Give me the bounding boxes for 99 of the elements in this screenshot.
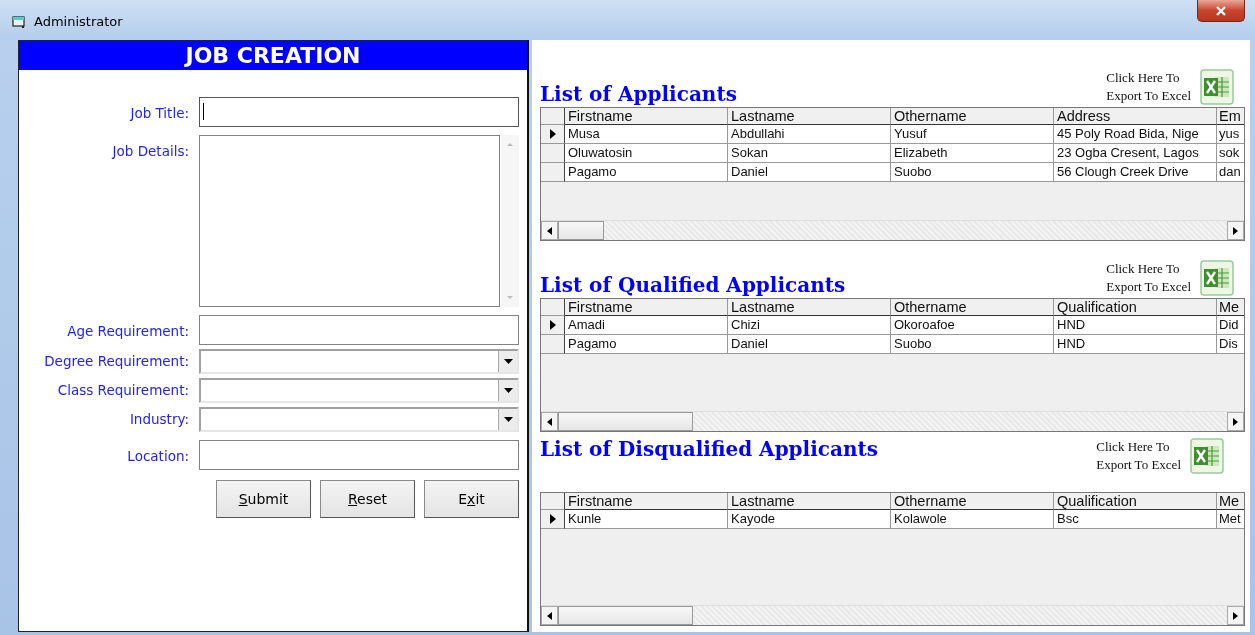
row-header[interactable] <box>541 316 565 335</box>
scroll-left-icon[interactable] <box>547 611 552 620</box>
column-header[interactable]: Qualification <box>1054 493 1217 510</box>
caret-icon <box>503 388 513 393</box>
table-cell: Suobo <box>891 163 1054 182</box>
table-cell: 23 Ogba Cresent, Lagos <box>1054 144 1217 163</box>
field-label: Location: <box>126 447 189 464</box>
table-cell: Okoroafoe <box>891 316 1054 335</box>
row-header[interactable] <box>541 144 565 163</box>
list-title: List of Disqualified Applicants <box>540 437 878 461</box>
table-cell: Sokan <box>728 144 891 163</box>
form-button[interactable]: Reset <box>320 480 415 518</box>
column-header[interactable]: Firstname <box>565 108 728 125</box>
column-header[interactable]: Me <box>1217 299 1244 316</box>
export-link[interactable]: Click Here To Export To Excel <box>1106 260 1191 296</box>
column-header[interactable]: Othername <box>891 299 1054 316</box>
table-cell: dan <box>1217 163 1244 182</box>
table-cell: Abdullahi <box>728 125 891 144</box>
horizontal-scrollbar[interactable] <box>541 220 1244 240</box>
current-row-icon <box>549 129 556 139</box>
form-button[interactable]: Exit <box>424 480 519 518</box>
export-link[interactable]: Click Here To Export To Excel <box>1106 69 1191 105</box>
scroll-right-icon[interactable] <box>1233 226 1238 235</box>
table-cell: Kolawole <box>891 510 1054 529</box>
form-button[interactable]: Submit <box>216 480 311 518</box>
export-link[interactable]: Click Here To Export To Excel <box>1096 438 1181 474</box>
column-header[interactable]: Lastname <box>728 108 891 125</box>
scroll-right-icon[interactable] <box>1233 611 1238 620</box>
table-cell: Musa <box>565 125 728 144</box>
scroll-thumb[interactable] <box>558 221 604 240</box>
horizontal-scrollbar[interactable] <box>541 411 1244 431</box>
field-label: Age Requirement: <box>66 322 189 339</box>
scroll-left-icon[interactable] <box>547 226 552 235</box>
list-title: List of Applicants <box>540 82 737 106</box>
column-header[interactable]: Othername <box>891 108 1054 125</box>
scroll-right-icon[interactable] <box>1233 417 1238 426</box>
row-header[interactable] <box>541 510 565 529</box>
spreadsheet-icon[interactable] <box>1189 437 1225 475</box>
list-title: List of Qualified Applicants <box>540 273 846 297</box>
field-label: Job Details: <box>110 142 189 159</box>
text-field[interactable] <box>199 315 519 345</box>
column-header[interactable]: Lastname <box>728 299 891 316</box>
current-row-icon <box>549 514 556 524</box>
table-cell: Bsc <box>1054 510 1217 529</box>
table-cell: Oluwatosin <box>565 144 728 163</box>
column-header[interactable]: Lastname <box>728 493 891 510</box>
window-icon <box>12 15 26 29</box>
table-cell: Did <box>1217 316 1244 335</box>
table-cell: yus <box>1217 125 1244 144</box>
row-header[interactable] <box>541 335 565 354</box>
row-header[interactable] <box>541 125 565 144</box>
table-cell: Suobo <box>891 335 1054 354</box>
table-cell: Pagamo <box>565 163 728 182</box>
field-label: Degree Requirement: <box>43 353 189 369</box>
table-cell: Yusuf <box>891 125 1054 144</box>
table-cell: Chizi <box>728 316 891 335</box>
spreadsheet-icon[interactable] <box>1199 68 1235 106</box>
column-header[interactable]: Em <box>1217 108 1244 125</box>
column-header[interactable]: Othername <box>891 493 1054 510</box>
column-header[interactable]: Qualification <box>1054 299 1217 316</box>
dropdown[interactable] <box>199 349 519 374</box>
column-header[interactable]: Firstname <box>565 493 728 510</box>
table-cell: Amadi <box>565 316 728 335</box>
field-label: Job Title: <box>128 104 189 121</box>
caret-icon <box>503 417 513 422</box>
field-label: Industry: <box>128 411 189 427</box>
caret-icon <box>503 359 513 364</box>
horizontal-scrollbar[interactable] <box>541 605 1244 625</box>
spreadsheet-icon[interactable] <box>1199 259 1235 297</box>
table-cell: Kayode <box>728 510 891 529</box>
close-button[interactable] <box>1197 0 1245 22</box>
text-field[interactable] <box>199 440 519 470</box>
table-cell: 45 Poly Road Bida, Nige <box>1054 125 1217 144</box>
table-cell: HND <box>1054 316 1217 335</box>
table-cell: sok <box>1217 144 1244 163</box>
column-header[interactable]: Address <box>1054 108 1217 125</box>
row-header[interactable] <box>541 163 565 182</box>
text-field[interactable] <box>199 97 519 127</box>
window-title: Administrator <box>34 14 123 29</box>
dropdown[interactable] <box>199 378 519 403</box>
current-row-icon <box>549 320 556 330</box>
table-cell: Daniel <box>728 163 891 182</box>
table-cell: Dis <box>1217 335 1244 354</box>
table-cell: 56 Clough Creek Drive <box>1054 163 1217 182</box>
scroll-left-icon[interactable] <box>547 417 552 426</box>
table-cell: HND <box>1054 335 1217 354</box>
table-cell: Elizabeth <box>891 144 1054 163</box>
field-label: Class Requirement: <box>56 382 189 398</box>
dropdown[interactable] <box>199 407 519 432</box>
table-cell: Kunle <box>565 510 728 529</box>
panel-header: JOB CREATION <box>19 41 527 70</box>
table-cell: Daniel <box>728 335 891 354</box>
scroll-thumb[interactable] <box>558 606 693 625</box>
scroll-thumb[interactable] <box>558 412 693 431</box>
table-cell: Pagamo <box>565 335 728 354</box>
column-header[interactable]: Firstname <box>565 299 728 316</box>
table-cell: Met <box>1217 510 1244 529</box>
column-header[interactable]: Me <box>1217 493 1244 510</box>
close-icon <box>1215 5 1227 16</box>
